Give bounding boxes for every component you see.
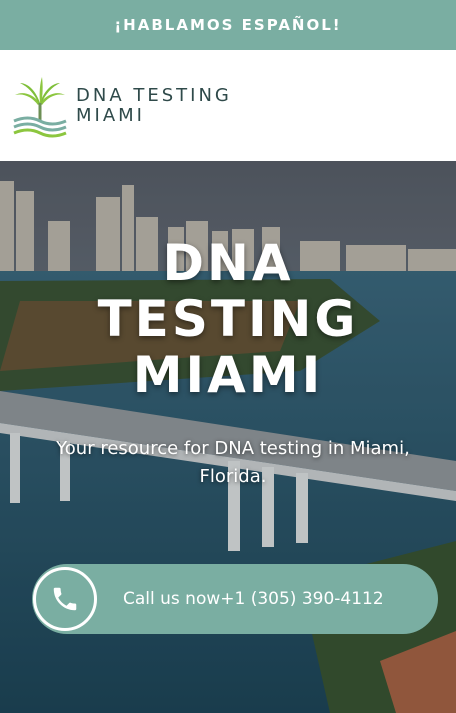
palm-tree-logo-icon [13, 76, 67, 137]
hero-title-line3: MIAMI [132, 346, 324, 404]
call-now-button[interactable]: Call us now+1 (305) 390-4112 [32, 564, 438, 634]
site-logo[interactable]: DNA TESTING MIAMI [12, 73, 232, 139]
hero-title-line2: TESTING [97, 290, 359, 348]
hero-subtitle: Your resource for DNA testing in Miami, … [56, 438, 410, 487]
site-header: DNA TESTING MIAMI [0, 50, 456, 161]
call-now-label: Call us now+1 (305) 390-4112 [123, 589, 384, 609]
language-banner-text: ¡HABLAMOS ESPAÑOL! [114, 16, 342, 34]
brand-name-line1: DNA TESTING [76, 84, 232, 106]
brand-name: DNA TESTING MIAMI [76, 84, 232, 126]
hero-title-line1: DNA [162, 234, 294, 292]
hero-title: DNA TESTING MIAMI [0, 235, 456, 403]
hero-section: DNA TESTING MIAMI Your resource for DNA … [0, 161, 456, 713]
phone-icon [33, 567, 97, 631]
brand-name-line2: MIAMI [76, 104, 145, 126]
language-banner: ¡HABLAMOS ESPAÑOL! [0, 0, 456, 50]
